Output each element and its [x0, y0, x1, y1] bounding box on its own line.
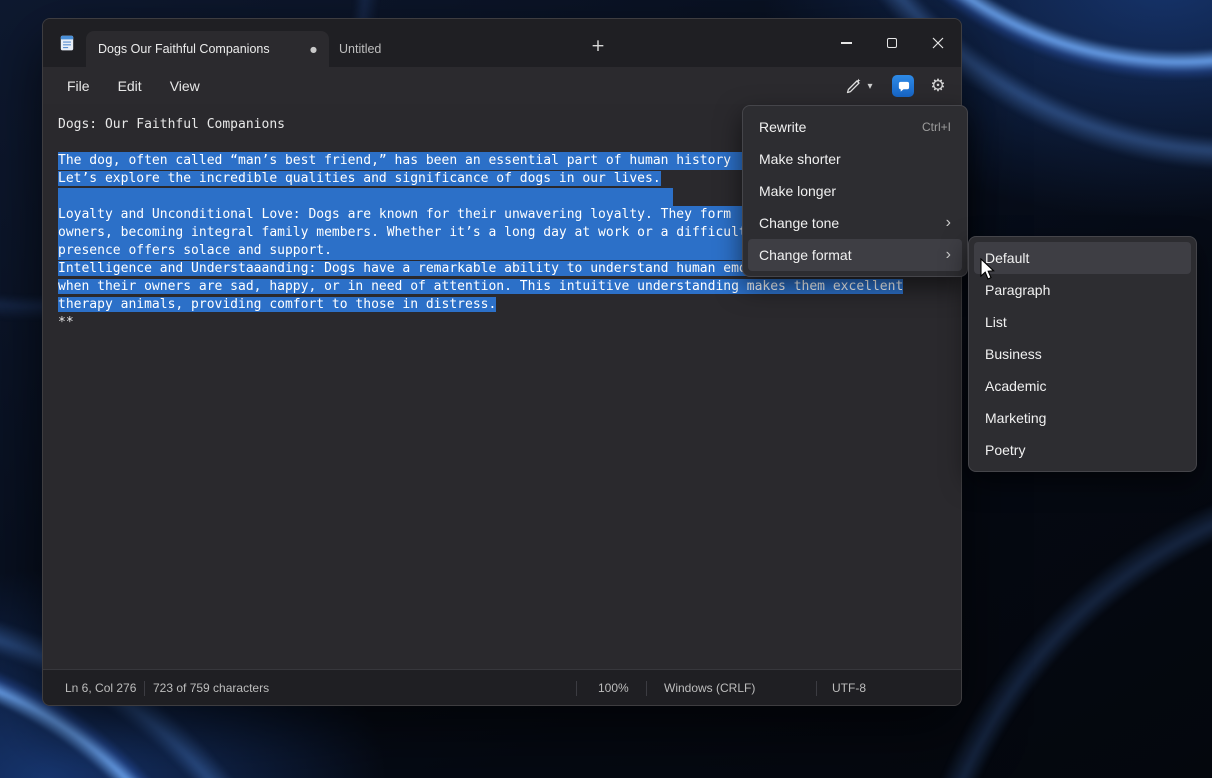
rewrite-menu: Rewrite Ctrl+I Make shorter Make longer … [742, 105, 968, 277]
cursor-position: Ln 6, Col 276 [65, 670, 136, 706]
menu-view[interactable]: View [159, 73, 211, 99]
line-ending-indicator: Windows (CRLF) [664, 670, 755, 706]
change-format-submenu: Default Paragraph List Business Academic… [968, 236, 1197, 472]
menu-edit[interactable]: Edit [107, 73, 153, 99]
notepad-app-icon [58, 34, 76, 52]
menu-item-make-longer[interactable]: Make longer [748, 175, 962, 207]
submenu-item-paragraph[interactable]: Paragraph [974, 274, 1191, 306]
maximize-button[interactable] [869, 19, 915, 67]
character-count: 723 of 759 characters [153, 670, 269, 706]
submenu-arrow-icon: › [946, 215, 951, 231]
status-separator [816, 681, 817, 696]
unsaved-changes-dot-icon: ● [310, 45, 317, 54]
shortcut-label: Ctrl+I [922, 120, 951, 134]
submenu-item-business[interactable]: Business [974, 338, 1191, 370]
copilot-button[interactable] [892, 75, 914, 97]
rewrite-pen-sparkle-icon [845, 77, 863, 95]
mouse-cursor [978, 258, 998, 287]
editor-line: therapy animals, providing comfort to th… [58, 296, 946, 314]
menu-bar: File Edit View ▾ ⚙ [43, 67, 961, 104]
submenu-item-poetry[interactable]: Poetry [974, 434, 1191, 466]
minimize-icon [841, 42, 852, 43]
gear-icon: ⚙ [930, 76, 945, 96]
submenu-item-marketing[interactable]: Marketing [974, 402, 1191, 434]
tab-bar: Dogs Our Faithful Companions ● Untitled … [43, 19, 961, 67]
menu-item-change-format[interactable]: Change format › [748, 239, 962, 271]
menu-item-change-tone[interactable]: Change tone › [748, 207, 962, 239]
tab-title: Dogs Our Faithful Companions [98, 42, 270, 56]
submenu-arrow-icon: › [946, 247, 951, 263]
encoding-indicator: UTF-8 [832, 670, 866, 706]
editor-line: when their owners are sad, happy, or in … [58, 278, 946, 296]
close-button[interactable] [915, 19, 961, 67]
tab-dogs-our-faithful-companions[interactable]: Dogs Our Faithful Companions ● [86, 31, 329, 67]
chevron-down-icon: ▾ [867, 81, 872, 92]
menu-item-rewrite[interactable]: Rewrite Ctrl+I [748, 111, 962, 143]
zoom-level: 100% [598, 670, 629, 706]
status-bar: Ln 6, Col 276 723 of 759 characters 100%… [43, 669, 961, 706]
status-separator [646, 681, 647, 696]
maximize-icon [887, 38, 897, 48]
settings-button[interactable]: ⚙ [928, 72, 948, 99]
tab-title: Untitled [339, 42, 381, 56]
minimize-button[interactable] [823, 19, 869, 67]
rewrite-dropdown-button[interactable]: ▾ [837, 73, 881, 99]
menu-file[interactable]: File [56, 73, 101, 99]
window-controls [823, 19, 961, 67]
copilot-icon [897, 80, 910, 93]
status-separator [144, 681, 145, 696]
submenu-item-list[interactable]: List [974, 306, 1191, 338]
new-tab-button[interactable]: + [585, 33, 611, 59]
close-icon [932, 37, 944, 49]
editor-line: ** [58, 314, 946, 332]
submenu-item-academic[interactable]: Academic [974, 370, 1191, 402]
status-separator [576, 681, 577, 696]
submenu-item-default[interactable]: Default [974, 242, 1191, 274]
tab-untitled[interactable]: Untitled [329, 31, 569, 67]
menu-item-make-shorter[interactable]: Make shorter [748, 143, 962, 175]
